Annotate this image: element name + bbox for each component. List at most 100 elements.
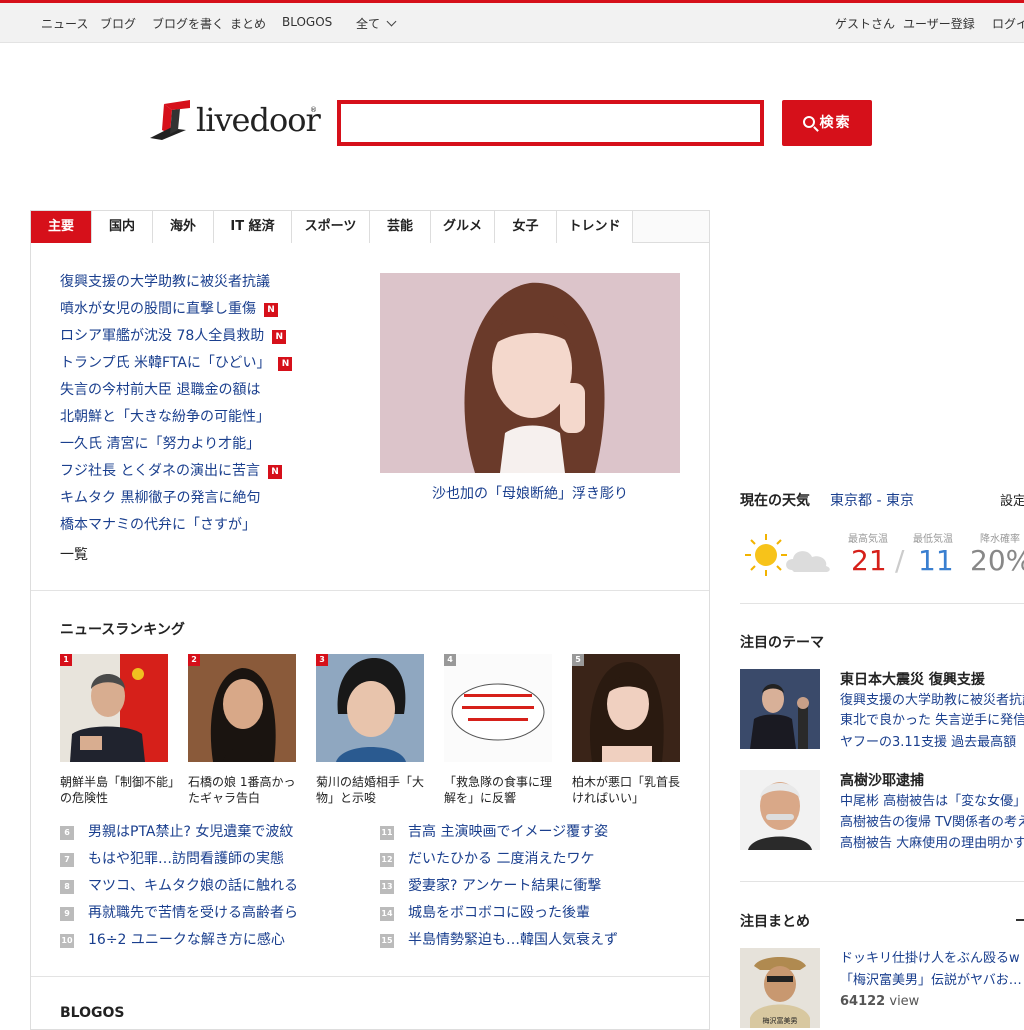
ranking-list-text: マツコ、キムタク娘の話に触れる	[88, 878, 298, 894]
weather-separator: /	[895, 544, 905, 577]
ranking-list-text: もはや犯罪…訪問看護師の実態	[88, 851, 284, 867]
theme-thumb-image	[740, 669, 820, 749]
matome-views: 64122 view	[840, 994, 919, 1009]
nav-login[interactable]: ログイン	[992, 15, 1024, 32]
theme-link[interactable]: 復興支援の大学助教に被災者抗議	[840, 691, 1024, 711]
ranking-list-item[interactable]: 13 愛妻家? アンケート結果に衝撃	[380, 874, 601, 898]
rank-number: 4	[444, 654, 456, 666]
tab-main[interactable]: 主要	[31, 211, 92, 243]
theme-link[interactable]: 東北で良かった 失言逆手に発信	[840, 711, 1024, 731]
headline-list: 復興支援の大学助教に被災者抗議 噴水が女児の股間に直撃し重傷 N ロシア軍艦が沈没…	[60, 269, 360, 539]
tab-it-economy[interactable]: IT 経済	[214, 211, 292, 243]
search-input[interactable]	[337, 100, 764, 146]
weather-location-link[interactable]: 東京都 - 東京	[830, 490, 914, 510]
headline-link[interactable]: 復興支援の大学助教に被災者抗議	[60, 269, 360, 296]
ranking-thumb[interactable]: 3	[316, 654, 424, 762]
headline-text: フジ社長 とくダネの演出に苦言	[60, 463, 261, 479]
collapse-icon[interactable]	[1016, 919, 1024, 921]
themes-title: 注目のテーマ	[740, 635, 824, 651]
ranking-caption[interactable]: 石橋の娘 1番高かったギャラ告白	[188, 774, 304, 806]
headline-link[interactable]: トランプ氏 米韓FTAに「ひどい」 N	[60, 350, 360, 377]
theme-link[interactable]: 高樹被告 大麻使用の理由明かす	[840, 834, 1024, 854]
nav-blogos[interactable]: BLOGOS	[282, 15, 332, 29]
theme-thumb[interactable]	[740, 669, 820, 749]
headline-link[interactable]: キムタク 黒柳徹子の発言に絶句	[60, 485, 360, 512]
theme-thumb[interactable]	[740, 770, 820, 850]
ranking-caption[interactable]: 「救急隊の食事に理解を」に反響	[444, 774, 560, 806]
headline-link[interactable]: 橋本マナミの代弁に「さすが」	[60, 512, 360, 539]
logo-wordmark: livedoor	[196, 101, 321, 139]
matome-view-count: 64122	[840, 994, 886, 1009]
feature-photo-image	[380, 273, 680, 473]
tab-overseas[interactable]: 海外	[153, 211, 214, 243]
headline-link[interactable]: 失言の今村前大臣 退職金の額は	[60, 377, 360, 404]
ranking-thumb[interactable]: 5	[572, 654, 680, 762]
headline-link[interactable]: 一久氏 清宮に「努力より才能」	[60, 431, 360, 458]
weather-high-value: 21	[851, 544, 887, 577]
ranking-thumb[interactable]: 2	[188, 654, 296, 762]
ranking-list-item[interactable]: 6 男親はPTA禁止? 女児遺棄で波紋	[60, 820, 293, 844]
headline-link[interactable]: 北朝鮮と「大きな紛争の可能性」	[60, 404, 360, 431]
feature-photo[interactable]	[380, 273, 680, 473]
ranking-list-item[interactable]: 7 もはや犯罪…訪問看護師の実態	[60, 847, 284, 871]
ranking-list-item[interactable]: 8 マツコ、キムタク娘の話に触れる	[60, 874, 298, 898]
theme-title-link[interactable]: 高樹沙耶逮捕	[840, 770, 924, 790]
nav-news[interactable]: ニュース	[41, 15, 88, 32]
ranking-list-item[interactable]: 9 再就職先で苦情を受ける高齢者ら	[60, 901, 298, 925]
livedoor-logo[interactable]: livedoor ®	[150, 100, 330, 144]
headline-text: 橋本マナミの代弁に「さすが」	[60, 517, 256, 533]
weather-rain-label: 降水確率	[980, 534, 1020, 545]
section-divider	[31, 590, 709, 591]
weather-high-label: 最高気温	[848, 534, 888, 545]
ranking-caption[interactable]: 菊川の結婚相手「大物」と示唆	[316, 774, 432, 806]
feature-caption[interactable]: 沙也加の「母娘断絶」浮き彫り	[380, 483, 680, 503]
ranking-list-item[interactable]: 10 16÷2 ユニークな解き方に感心	[60, 928, 285, 952]
nav-blog[interactable]: ブログ	[100, 15, 136, 32]
nav-all-label: 全て	[356, 17, 381, 31]
ranking-caption[interactable]: 朝鮮半島「制御不能」の危険性	[60, 774, 176, 806]
ranking-thumb[interactable]: 1	[60, 654, 168, 762]
headline-text: キムタク 黒柳徹子の発言に絶句	[60, 490, 261, 506]
tab-gourmet[interactable]: グルメ	[431, 211, 495, 243]
ranking-list-text: 愛妻家? アンケート結果に衝撃	[408, 878, 602, 894]
nav-guest[interactable]: ゲストさん	[835, 15, 895, 32]
rank-number: 12	[380, 853, 394, 867]
ranking-thumb[interactable]: 4	[444, 654, 552, 762]
sidebar-divider	[740, 881, 1024, 882]
search-button[interactable]: 検索	[782, 100, 872, 146]
ranking-list-item[interactable]: 14 城島をボコボコに殴った後輩	[380, 901, 590, 925]
tab-domestic[interactable]: 国内	[92, 211, 153, 243]
ranking-list-text: だいたひかる 二度消えたワケ	[408, 851, 595, 867]
rank-number: 5	[572, 654, 584, 666]
tab-entertainment[interactable]: 芸能	[370, 211, 431, 243]
theme-link[interactable]: 高樹被告の復帰 TV関係者の考え	[840, 813, 1024, 833]
ranking-list-item[interactable]: 11 吉高 主演映画でイメージ覆す姿	[380, 820, 608, 844]
headline-link[interactable]: フジ社長 とくダネの演出に苦言 N	[60, 458, 360, 485]
matome-thumb[interactable]: 梅沢富美男	[740, 948, 820, 1028]
nav-matome[interactable]: まとめ	[230, 15, 266, 32]
nav-all-dropdown[interactable]: 全て	[356, 15, 397, 32]
ranking-list-text: 男親はPTA禁止? 女児遺棄で波紋	[88, 824, 294, 840]
matome-link[interactable]: ドッキリ仕掛け人をぶん殴るw「梅沢富美男」伝説がヤバお…	[840, 948, 1024, 992]
weather-rain-value: 20%	[970, 544, 1024, 577]
theme-link[interactable]: 中尾彬 高樹被告は「変な女優」	[840, 792, 1024, 812]
headlines-more-link[interactable]: 一覧	[60, 544, 88, 564]
tab-trend[interactable]: トレンド	[557, 211, 633, 243]
ranking-list-text: 城島をボコボコに殴った後輩	[408, 905, 590, 921]
ranking-list-item[interactable]: 12 だいたひかる 二度消えたワケ	[380, 847, 594, 871]
headline-text: 一久氏 清宮に「努力より才能」	[60, 436, 261, 452]
weather-settings-link[interactable]: 設定	[1000, 490, 1024, 509]
ranking-caption[interactable]: 柏木が悪口「乳首長ければいい」	[572, 774, 688, 806]
tab-women[interactable]: 女子	[495, 211, 557, 243]
nav-register[interactable]: ユーザー登録	[903, 15, 975, 32]
tab-sports[interactable]: スポーツ	[292, 211, 370, 243]
headline-text: ロシア軍艦が沈没 78人全員救助	[60, 328, 265, 344]
theme-title-link[interactable]: 東日本大震災 復興支援	[840, 669, 985, 689]
ranking-list-text: 再就職先で苦情を受ける高齢者ら	[88, 905, 298, 921]
ranking-list-item[interactable]: 15 半島情勢緊迫も…韓国人気衰えず	[380, 928, 618, 952]
headline-link[interactable]: ロシア軍艦が沈没 78人全員救助 N	[60, 323, 360, 350]
headline-link[interactable]: 噴水が女児の股間に直撃し重傷 N	[60, 296, 360, 323]
ranking-list-text: 半島情勢緊迫も…韓国人気衰えず	[408, 932, 618, 948]
theme-link[interactable]: ヤフーの3.11支援 過去最高額	[840, 733, 1016, 753]
nav-write-blog[interactable]: ブログを書く	[152, 15, 224, 32]
